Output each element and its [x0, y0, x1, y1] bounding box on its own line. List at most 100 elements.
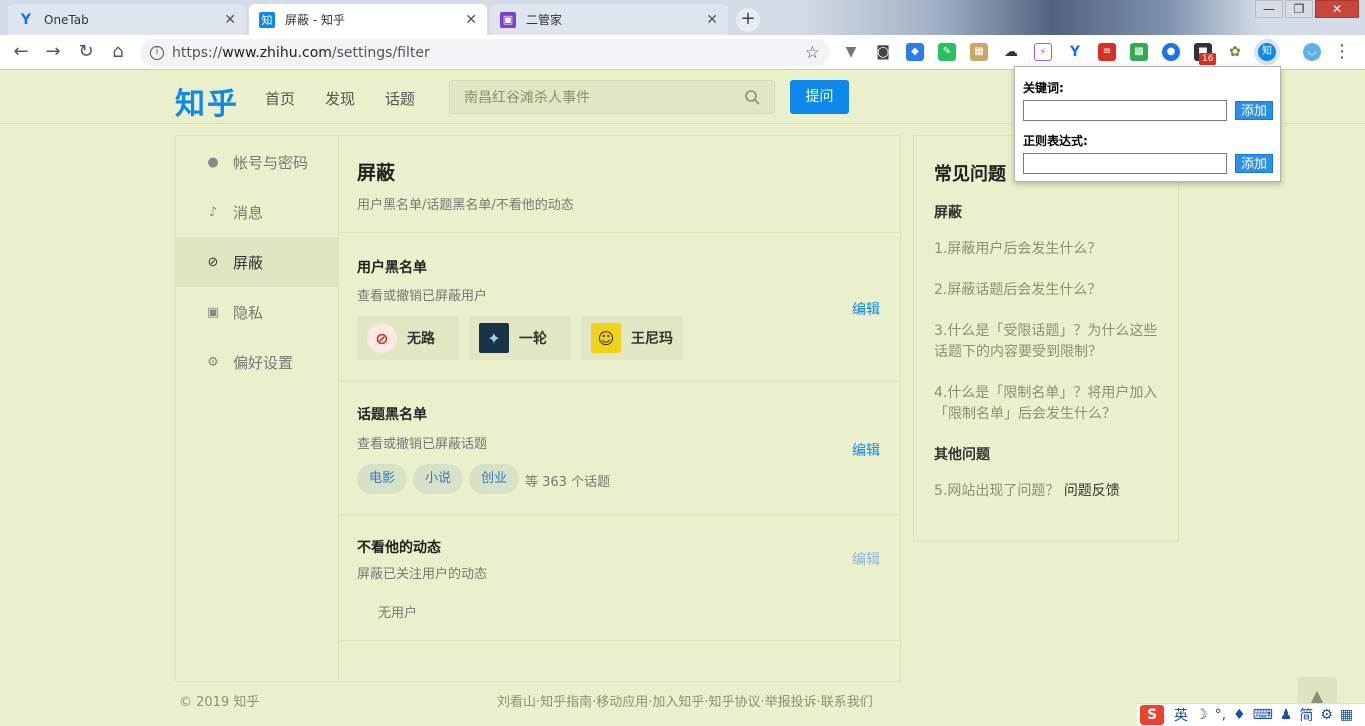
sidebar-item-block[interactable]: ⊘ 屏蔽	[176, 237, 338, 287]
keyword-input[interactable]	[1023, 100, 1227, 121]
user-icon[interactable]: ♟	[1280, 707, 1293, 723]
close-icon[interactable]: ✕	[706, 12, 718, 28]
sogou-ime-icon[interactable]: S	[1140, 705, 1164, 725]
sidebar-item-preferences[interactable]: ⚙ 偏好设置	[176, 337, 338, 387]
extension-icon[interactable]: ⚡	[1034, 43, 1052, 61]
erguanjia-icon: ▣	[500, 11, 516, 28]
settings-sidebar: ● 帐号与密码 ♪ 消息 ⊘ 屏蔽 ▣ 隐私 ⚙ 偏好设置	[176, 136, 339, 681]
cloud-ext-icon[interactable]: ☁	[1002, 43, 1020, 61]
extension-icon[interactable]: ●	[1162, 43, 1180, 61]
extension-icon[interactable]: ▦	[970, 43, 988, 61]
ime-toolbar: S 英 ☽ °, ♦ ⌨ ♟ 简 ⚙ ▦	[1137, 703, 1365, 726]
tab-title: 屏蔽 - 知乎	[285, 13, 345, 27]
faq-link[interactable]: 1.屏蔽用户后会发生什么？	[934, 239, 1164, 260]
tab-erguanjia[interactable]: ▣ 二管家 ✕	[490, 4, 728, 35]
address-bar[interactable]: i https://www.zhihu.com/settings/filter …	[140, 39, 830, 66]
extension-icon[interactable]: ▩	[1130, 43, 1148, 61]
window-close-button[interactable]: ✕	[1315, 0, 1359, 18]
blocked-user-chip[interactable]: ☺ 王尼玛	[581, 316, 683, 360]
browser-menu-icon[interactable]: ⋮	[1333, 41, 1351, 62]
forward-icon[interactable]: →	[42, 41, 64, 63]
tab-zhihu-filter[interactable]: 知 屏蔽 - 知乎 ✕	[249, 4, 487, 35]
ask-question-button[interactable]: 提问	[790, 80, 849, 114]
close-icon[interactable]: ✕	[224, 12, 236, 28]
new-tab-button[interactable]: +	[736, 8, 760, 32]
block-icon: ⊘	[207, 254, 219, 270]
pocket-ext-icon[interactable]: ◙	[874, 43, 892, 61]
faq-link[interactable]: 3.什么是「受限话题」？为什么这些话题下的内容要受到限制？	[934, 321, 1164, 363]
topic-count-text: 等 363 个话题	[525, 475, 611, 490]
sidebar-item-privacy[interactable]: ▣ 隐私	[176, 287, 338, 337]
sidebar-item-label: 消息	[233, 203, 264, 222]
add-keyword-button[interactable]: 添加	[1235, 101, 1273, 120]
blocked-user-name: 无路	[407, 331, 435, 347]
blocked-user-chip[interactable]: ✦ 一轮	[469, 316, 571, 360]
ime-mode-toggle[interactable]: 简	[1299, 705, 1313, 725]
search-input[interactable]: 南昌红谷滩杀人事件	[449, 80, 775, 114]
edit-user-blacklist-link[interactable]: 编辑	[852, 299, 880, 319]
ime-language-toggle[interactable]: 英	[1174, 705, 1188, 725]
url-scheme: https://	[172, 44, 223, 61]
keyboard-icon[interactable]: ⌨	[1253, 707, 1273, 723]
footer-links[interactable]: 刘看山·知乎指南·移动应用·加入知乎·知乎协议·举报投诉·联系我们	[497, 691, 873, 710]
zhihu-logo[interactable]: 知乎	[175, 79, 239, 123]
add-regex-button[interactable]: 添加	[1235, 154, 1273, 173]
topic-chip-row: 电影 小说 创业 等 363 个话题	[357, 464, 757, 494]
site-info-icon[interactable]: i	[150, 45, 164, 60]
faq-panel: 常见问题 屏蔽 1.屏蔽用户后会发生什么？ 2.屏蔽话题后会发生什么？ 3.什么…	[913, 135, 1179, 542]
gear-icon: ⚙	[207, 354, 219, 370]
punctuation-icon[interactable]: °,	[1215, 707, 1226, 723]
zhihu-filter-ext-icon[interactable]: 知	[1258, 43, 1276, 61]
nav-topics[interactable]: 话题	[385, 88, 415, 109]
faq-link[interactable]: 4.什么是「限制名单」？将用户加入「限制名单」后会发生什么？	[934, 383, 1164, 425]
sidebar-item-label: 帐号与密码	[233, 153, 309, 172]
section-title: 用户黑名单	[357, 260, 427, 276]
back-icon[interactable]: ←	[10, 41, 32, 63]
sidebar-item-account[interactable]: ● 帐号与密码	[176, 137, 338, 187]
avatar: ✦	[479, 323, 509, 353]
settings-icon[interactable]: ⚙	[1320, 707, 1333, 723]
topic-chip[interactable]: 创业	[469, 464, 520, 494]
topic-chip[interactable]: 小说	[413, 464, 464, 494]
tab-title: 二管家	[526, 13, 563, 27]
profile-avatar-icon[interactable]: ◡	[1303, 43, 1321, 61]
extension-icon[interactable]: ✿	[1226, 43, 1244, 61]
search-placeholder: 南昌红谷滩杀人事件	[464, 90, 590, 106]
footer-copyright: © 2019 知乎	[179, 695, 260, 710]
section-desc: 屏蔽已关注用户的动态	[357, 567, 488, 582]
edit-not-follow-link[interactable]: 编辑	[852, 549, 880, 569]
grid-icon[interactable]: ▦	[1340, 707, 1353, 723]
microphone-icon[interactable]: ♦	[1233, 707, 1246, 723]
edit-topic-blacklist-link[interactable]: 编辑	[852, 440, 880, 460]
nav-home[interactable]: 首页	[265, 88, 295, 109]
home-icon[interactable]: ⌂	[107, 41, 129, 63]
avatar: ☺	[591, 323, 621, 353]
blocked-user-chip[interactable]: ⊘ 无路	[357, 316, 459, 360]
onetab-icon: Y	[20, 11, 32, 28]
moon-icon[interactable]: ☽	[1195, 707, 1208, 723]
feedback-link[interactable]: 问题反馈	[1064, 483, 1120, 499]
user-blacklist-section: 用户黑名单 查看或撤销已屏蔽用户 编辑 ⊘ 无路 ✦ 一轮 ☺ 王尼玛	[339, 233, 900, 382]
vivaldi-ext-icon[interactable]: ▼	[842, 43, 860, 61]
search-icon[interactable]	[744, 89, 760, 105]
extension-badge: 16	[1199, 53, 1217, 65]
regex-input[interactable]	[1023, 153, 1227, 174]
onetab-ext-icon[interactable]: Y	[1066, 43, 1084, 61]
close-icon[interactable]: ✕	[465, 12, 477, 28]
filter-extension-popup: 关键词: 添加 正则表达式: 添加	[1014, 66, 1281, 182]
tab-onetab[interactable]: Y OneTab ✕	[8, 4, 246, 35]
reload-icon[interactable]: ↻	[75, 41, 97, 63]
bell-icon: ♪	[208, 204, 218, 220]
topic-chip[interactable]: 电影	[357, 464, 408, 494]
extension-icon[interactable]: ≡	[1098, 43, 1116, 61]
block-header-section: 屏蔽 用户黑名单/话题黑名单/不看他的动态	[339, 136, 900, 233]
nav-explore[interactable]: 发现	[325, 88, 355, 109]
sidebar-item-label: 偏好设置	[233, 353, 294, 372]
sidebar-item-messages[interactable]: ♪ 消息	[176, 187, 338, 237]
maximize-button[interactable]: ❐	[1285, 0, 1313, 18]
extension-icon[interactable]: ◆	[906, 43, 924, 61]
evernote-ext-icon[interactable]: ✎	[938, 43, 956, 61]
minimize-button[interactable]: —	[1255, 0, 1283, 18]
bookmark-star-icon[interactable]: ☆	[805, 43, 820, 63]
faq-link[interactable]: 2.屏蔽话题后会发生什么？	[934, 280, 1164, 301]
